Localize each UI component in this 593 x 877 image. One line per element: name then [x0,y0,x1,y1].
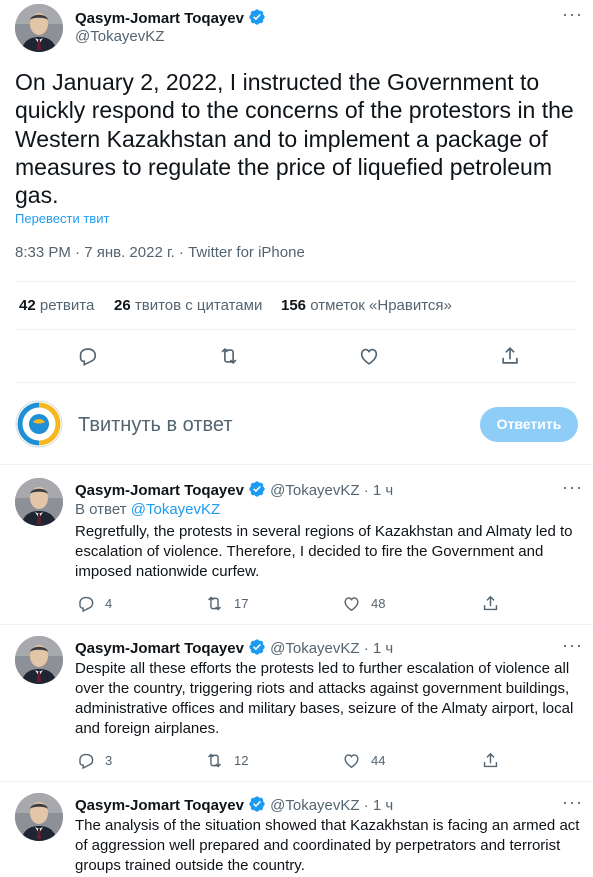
more-icon[interactable]: ··· [562,636,583,654]
retweets-label: ретвита [39,297,95,314]
reply-time[interactable]: · 1 ч [364,797,394,814]
divider [15,382,578,383]
reply-text: Regretfully, the protests in several reg… [75,523,573,580]
reply-header: Qasym-Jomart Toqayev @TokayevKZ · 1 ч [75,795,393,814]
share-icon [481,751,500,770]
share-action[interactable] [481,751,500,770]
author-avatar[interactable] [15,4,63,52]
divider [15,281,578,282]
reply-author-name[interactable]: Qasym-Jomart Toqayev [75,482,244,499]
author-name-row[interactable]: Qasym-Jomart Toqayev [75,8,266,28]
retweet-count: 12 [234,753,249,768]
verified-badge-icon [248,638,266,656]
share-action[interactable] [481,594,500,613]
reply-text: Despite all these efforts the protests l… [75,660,574,737]
like-icon [342,594,361,613]
share-icon[interactable] [499,345,521,367]
share-icon [481,594,500,613]
quotes-count: 26 [114,297,131,314]
author-handle[interactable]: @TokayevKZ [75,28,164,45]
reply-action[interactable]: 3 [76,751,112,770]
retweet-action[interactable]: 17 [205,594,248,613]
author-photo [15,636,63,684]
reply-author-name[interactable]: Qasym-Jomart Toqayev [75,797,244,814]
current-user-avatar[interactable] [15,400,63,448]
like-count: 44 [371,753,386,768]
reply-time[interactable]: · 1 ч [364,482,394,499]
replying-to: В ответ @TokayevKZ [75,501,220,518]
reply-header: Qasym-Jomart Toqayev @TokayevKZ · 1 ч [75,638,393,657]
reply-header: Qasym-Jomart Toqayev @TokayevKZ · 1 ч [75,480,393,499]
reply-icon [76,751,95,770]
reply-icon [76,594,95,613]
tweet-text: On January 2, 2022, I instructed the Gov… [15,69,574,209]
tweet-meta[interactable]: 8:33 PM · 7 янв. 2022 г. · Twitter for i… [15,244,305,261]
reply-count: 3 [105,753,113,768]
like-icon[interactable] [358,345,380,367]
stat-quotes[interactable]: 26 твитов с цитатами [114,297,262,314]
reply-avatar[interactable] [15,793,63,841]
more-icon[interactable]: ··· [562,5,583,23]
author-photo [15,478,63,526]
retweets-count: 42 [19,297,36,314]
like-action[interactable]: 44 [342,751,385,770]
reply-author-name[interactable]: Qasym-Jomart Toqayev [75,640,244,657]
retweet-count: 17 [234,596,249,611]
reply-button[interactable]: Ответить [480,407,578,442]
divider [0,464,593,465]
divider [0,781,593,782]
more-icon[interactable]: ··· [562,478,583,496]
reply-time[interactable]: · 1 ч [364,640,394,657]
reply-action[interactable]: 4 [76,594,112,613]
author-name[interactable]: Qasym-Jomart Toqayev [75,10,244,27]
likes-label: отметок «Нравится» [310,297,452,314]
reply-text: The analysis of the situation showed tha… [75,817,580,874]
reply-avatar[interactable] [15,478,63,526]
author-photo [15,793,63,841]
reply-icon[interactable] [76,345,98,367]
verified-badge-icon [248,480,266,498]
like-action[interactable]: 48 [342,594,385,613]
reply-input[interactable]: Твитнуть в ответ [78,414,233,437]
retweet-icon [205,751,224,770]
reply-author-handle[interactable]: @TokayevKZ [270,482,359,499]
retweet-icon[interactable] [218,345,240,367]
reply-count: 4 [105,596,113,611]
stat-likes[interactable]: 156 отметок «Нравится» [281,297,452,314]
translate-link[interactable]: Перевести твит [15,211,109,226]
author-photo [15,4,63,52]
like-count: 48 [371,596,386,611]
replying-to-prefix: В ответ [75,501,127,518]
current-user-logo [15,400,63,448]
more-icon[interactable]: ··· [562,793,583,811]
quotes-label: твитов с цитатами [134,297,263,314]
divider [0,624,593,625]
retweet-action[interactable]: 12 [205,751,248,770]
verified-badge-icon [248,795,266,813]
reply-author-handle[interactable]: @TokayevKZ [270,797,359,814]
reply-author-handle[interactable]: @TokayevKZ [270,640,359,657]
retweet-icon [205,594,224,613]
reply-avatar[interactable] [15,636,63,684]
divider [15,329,578,330]
like-icon [342,751,361,770]
likes-count: 156 [281,297,307,314]
verified-badge-icon [248,8,266,26]
stat-retweets[interactable]: 42 ретвита [19,297,94,314]
replying-to-handle[interactable]: @TokayevKZ [131,501,220,518]
